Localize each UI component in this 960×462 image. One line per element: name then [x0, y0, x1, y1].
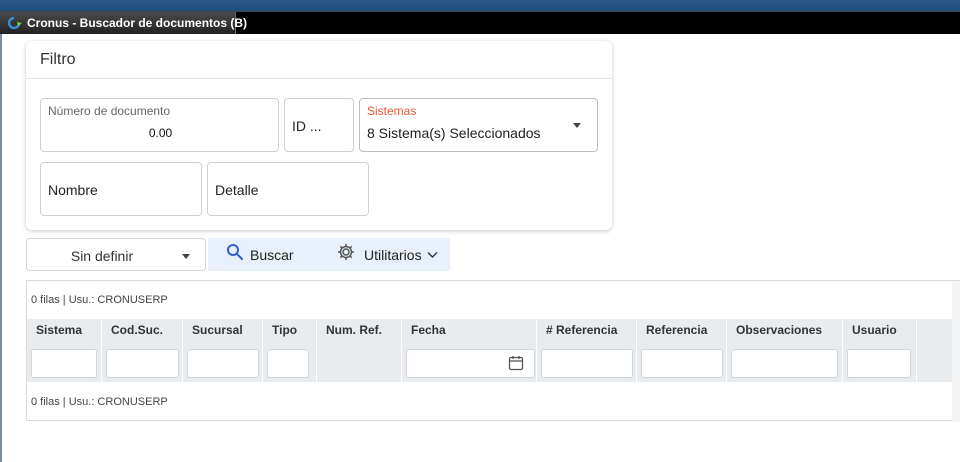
row-count-top: 0 filas | Usu.: CRONUSERP	[31, 294, 168, 306]
definition-select[interactable]: Sin definir	[26, 238, 206, 271]
grid-header: Sistema Cod.Suc. Sucursal Tipo Num. Ref.…	[27, 319, 960, 382]
filter-num-referencia-input[interactable]	[541, 349, 633, 378]
filter-divider	[26, 78, 612, 79]
filter-panel: Filtro Número de documento 0.00 ID ... S…	[26, 41, 612, 230]
window-titlebar: Cronus - Buscador de documentos (B)	[0, 11, 960, 34]
id-field[interactable]: ID ...	[284, 98, 354, 152]
systems-select[interactable]: Sistemas 8 Sistema(s) Seleccionados	[359, 98, 598, 152]
filter-usuario-input[interactable]	[847, 349, 911, 378]
detail-placeholder: Detalle	[215, 182, 259, 198]
filter-referencia-input[interactable]	[641, 349, 723, 378]
col-sucursal: Sucursal	[183, 319, 263, 382]
search-icon	[226, 243, 244, 266]
window-title: Cronus - Buscador de documentos (B)	[27, 16, 248, 30]
col-referencia: Referencia	[637, 319, 727, 382]
detail-field[interactable]: Detalle	[207, 162, 369, 216]
search-button[interactable]: Buscar	[226, 238, 294, 271]
column-header: Cod.Suc.	[111, 323, 164, 337]
documents-grid: 0 filas | Usu.: CRONUSERP Sistema Cod.Su…	[26, 280, 960, 422]
col-num-ref: Num. Ref.	[317, 319, 402, 382]
definition-select-value: Sin definir	[70, 248, 134, 264]
col-sistema: Sistema	[27, 319, 102, 382]
id-field-value: ID ...	[292, 118, 322, 134]
row-count-bottom: 0 filas | Usu.: CRONUSERP	[31, 396, 168, 408]
chevron-down-icon	[427, 246, 438, 264]
systems-value: 8 Sistema(s) Seleccionados	[367, 125, 541, 141]
document-number-value: 0.00	[148, 126, 173, 140]
document-number-field[interactable]: Número de documento 0.00	[40, 98, 279, 152]
column-header: Fecha	[411, 323, 446, 337]
calendar-icon[interactable]	[508, 355, 524, 376]
filter-title: Filtro	[40, 51, 76, 68]
filter-cod-suc-input[interactable]	[106, 349, 179, 378]
col-fecha: Fecha	[402, 319, 537, 382]
column-header: Observaciones	[736, 323, 823, 337]
filter-observaciones-input[interactable]	[731, 349, 838, 378]
search-button-label: Buscar	[250, 246, 294, 263]
col-tipo: Tipo	[263, 319, 317, 382]
column-header: Sucursal	[192, 323, 243, 337]
os-top-bar	[0, 0, 960, 11]
filter-sucursal-input[interactable]	[187, 349, 259, 378]
column-header: Usuario	[852, 323, 897, 337]
caret-down-icon[interactable]	[182, 254, 190, 259]
column-header: Referencia	[646, 323, 708, 337]
caret-down-icon[interactable]	[573, 123, 581, 128]
col-observaciones: Observaciones	[727, 319, 843, 382]
cronus-logo-icon	[5, 16, 23, 30]
column-header: Sistema	[36, 323, 83, 337]
systems-label: Sistemas	[367, 104, 417, 118]
column-header: Tipo	[272, 323, 298, 337]
left-border	[0, 34, 2, 462]
col-cod-suc: Cod.Suc.	[102, 319, 183, 382]
name-field[interactable]: Nombre	[40, 162, 202, 216]
col-num-referencia: # Referencia	[537, 319, 637, 382]
filter-tipo-input[interactable]	[267, 349, 309, 378]
filter-sistema-input[interactable]	[31, 349, 97, 378]
window-tab[interactable]: Cronus - Buscador de documentos (B)	[0, 12, 247, 34]
col-usuario: Usuario	[843, 319, 917, 382]
column-header: # Referencia	[546, 323, 618, 337]
document-number-label: Número de documento	[48, 104, 171, 118]
name-placeholder: Nombre	[48, 182, 98, 198]
utilities-label: Utilitarios	[364, 246, 422, 263]
column-header: Num. Ref.	[326, 323, 383, 337]
gear-icon	[336, 242, 356, 267]
utilities-menu-button[interactable]: Utilitarios	[336, 238, 438, 271]
grid-scrollbar[interactable]	[952, 281, 960, 422]
